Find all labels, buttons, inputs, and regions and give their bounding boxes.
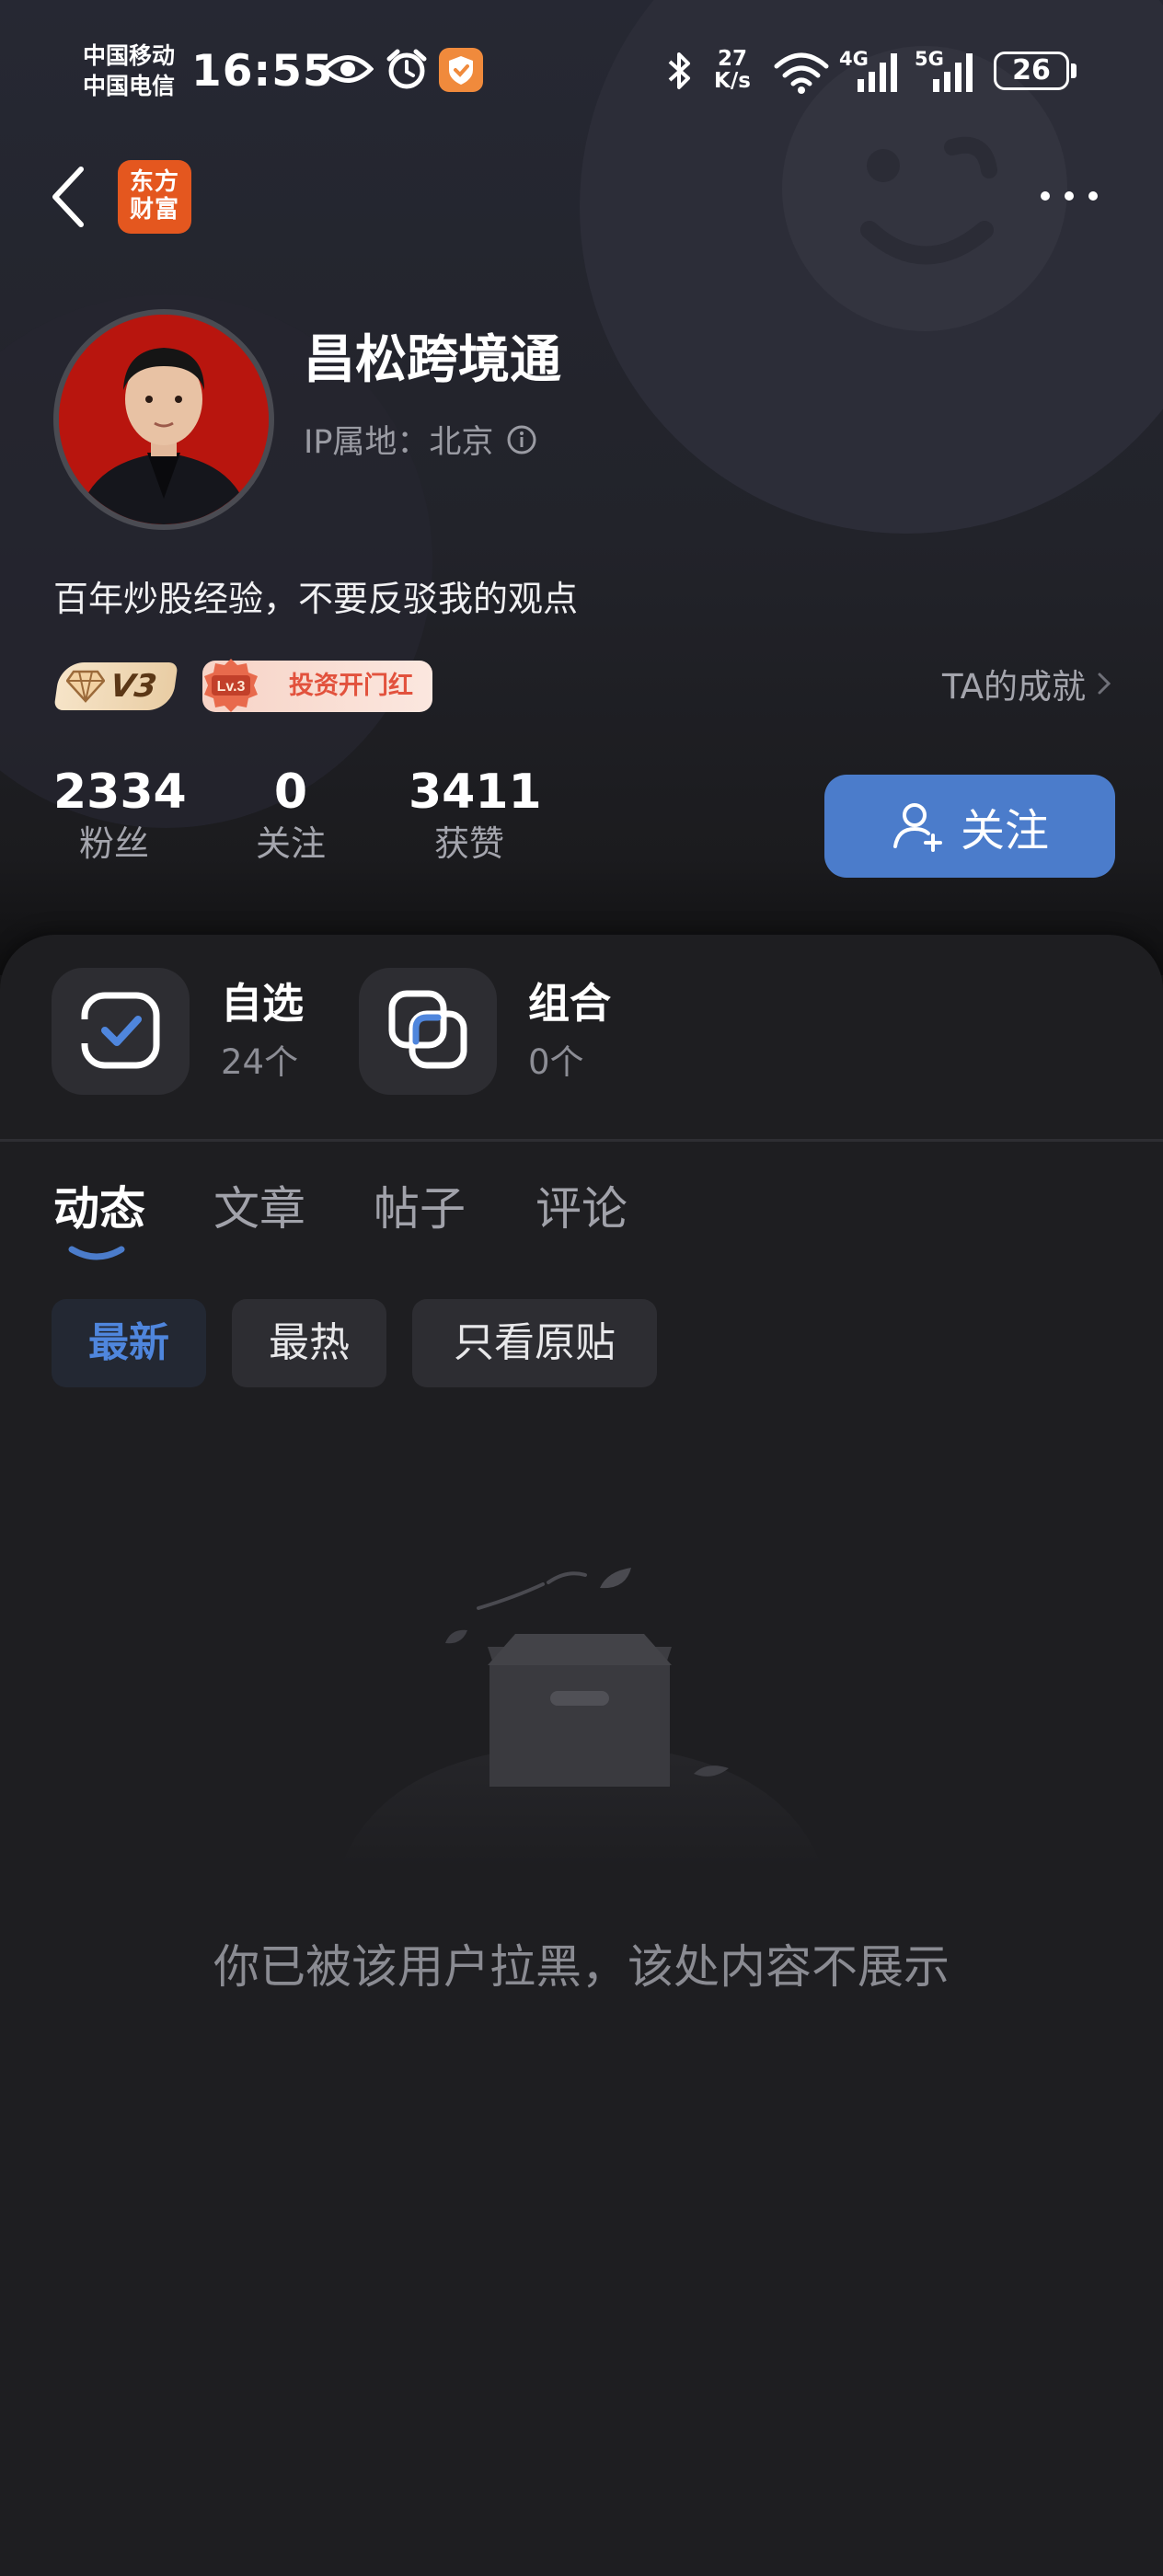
achievements-link[interactable]: TA的成就 bbox=[942, 659, 1111, 708]
ip-location: IP属地：北京 bbox=[304, 416, 537, 463]
carrier-2: 中国电信 bbox=[83, 73, 176, 99]
stat-following-label: 关注 bbox=[255, 823, 326, 864]
user-bio: 百年炒股经验，不要反驳我的观点 bbox=[53, 579, 579, 619]
carrier-1: 中国移动 bbox=[83, 42, 176, 69]
shield-app-icon bbox=[439, 48, 483, 92]
app-logo-line2: 财富 bbox=[129, 196, 179, 224]
signal-bars-icon bbox=[933, 53, 973, 92]
filter-latest[interactable]: 最新 bbox=[52, 1299, 206, 1387]
profile-page: 中国移动 中国电信 16:55 27 K/s 4G 5G 26 东方 财富 昌松… bbox=[0, 0, 1163, 2576]
divider bbox=[0, 1139, 1163, 1142]
stat-likes-label: 获赞 bbox=[433, 823, 504, 864]
stat-following[interactable]: 0 关注 bbox=[236, 764, 346, 867]
stat-followers-value: 2334 bbox=[53, 765, 187, 820]
portfolio-tile[interactable] bbox=[359, 968, 497, 1095]
back-button[interactable] bbox=[42, 162, 98, 232]
level-medal-text: Lv.3 bbox=[217, 679, 246, 695]
avatar-photo bbox=[59, 315, 269, 524]
portfolio-overlap-icon bbox=[388, 990, 467, 1069]
stat-likes[interactable]: 3411 获赞 bbox=[409, 764, 542, 867]
follow-button-label: 关注 bbox=[960, 805, 1049, 857]
status-bar: 中国移动 中国电信 16:55 27 K/s 4G 5G 26 bbox=[0, 0, 1163, 147]
tab-articles[interactable]: 文章 bbox=[213, 1172, 305, 1238]
tab-updates[interactable]: 动态 bbox=[53, 1172, 145, 1238]
diamond-icon bbox=[66, 670, 105, 703]
app-logo[interactable]: 东方 财富 bbox=[118, 160, 191, 234]
eye-icon bbox=[322, 55, 374, 83]
battery-indicator: 26 bbox=[994, 52, 1069, 90]
network-speed: 27 K/s bbox=[714, 48, 751, 92]
follow-button[interactable]: 关注 bbox=[824, 775, 1115, 878]
bluetooth-icon bbox=[668, 52, 690, 89]
watchlist-check-icon bbox=[72, 992, 160, 1069]
info-icon[interactable] bbox=[506, 424, 537, 455]
stat-followers-label: 粉丝 bbox=[78, 823, 149, 864]
alarm-icon bbox=[386, 49, 427, 89]
battery-cap bbox=[1071, 63, 1077, 78]
portfolio-count: 0个 bbox=[528, 1042, 584, 1082]
watchlist-count: 24个 bbox=[221, 1042, 299, 1082]
chevron-right-icon bbox=[1098, 673, 1111, 695]
network-speed-unit: K/s bbox=[714, 69, 751, 93]
tab-comments[interactable]: 评论 bbox=[535, 1172, 628, 1238]
active-tab-indicator bbox=[68, 1246, 125, 1260]
network-speed-value: 27 bbox=[717, 47, 747, 71]
empty-state-message: 你已被该用户拉黑，该处内容不展示 bbox=[213, 1940, 950, 1994]
stat-followers[interactable]: 2334 粉丝 bbox=[53, 764, 187, 867]
level-medal-icon: Lv.3 bbox=[204, 659, 258, 712]
more-options-button[interactable] bbox=[1036, 180, 1102, 212]
achievements-link-text: TA的成就 bbox=[941, 667, 1086, 707]
stat-following-value: 0 bbox=[273, 765, 308, 820]
ip-location-text: IP属地：北京 bbox=[304, 424, 494, 461]
watchlist-title: 自选 bbox=[221, 979, 305, 1028]
carrier-labels: 中国移动 中国电信 bbox=[83, 40, 175, 101]
add-user-icon bbox=[892, 803, 942, 852]
filter-hottest[interactable]: 最热 bbox=[232, 1299, 386, 1387]
username: 昌松跨境通 bbox=[304, 330, 561, 390]
empty-box-icon bbox=[340, 1568, 823, 1868]
vip-level-text: V3 bbox=[108, 668, 159, 705]
portfolio-title: 组合 bbox=[528, 979, 612, 1028]
status-time: 16:55 bbox=[191, 46, 334, 97]
signal-bars-icon bbox=[858, 53, 897, 92]
tab-posts[interactable]: 帖子 bbox=[374, 1172, 466, 1238]
watchlist-tile[interactable] bbox=[52, 968, 190, 1095]
stat-likes-value: 3411 bbox=[409, 765, 542, 820]
filter-original-only[interactable]: 只看原贴 bbox=[412, 1299, 657, 1387]
invest-badge-label: 投资开门红 bbox=[289, 672, 413, 700]
wifi-icon bbox=[774, 52, 829, 94]
app-logo-line1: 东方 bbox=[129, 168, 179, 196]
avatar[interactable] bbox=[53, 309, 274, 530]
